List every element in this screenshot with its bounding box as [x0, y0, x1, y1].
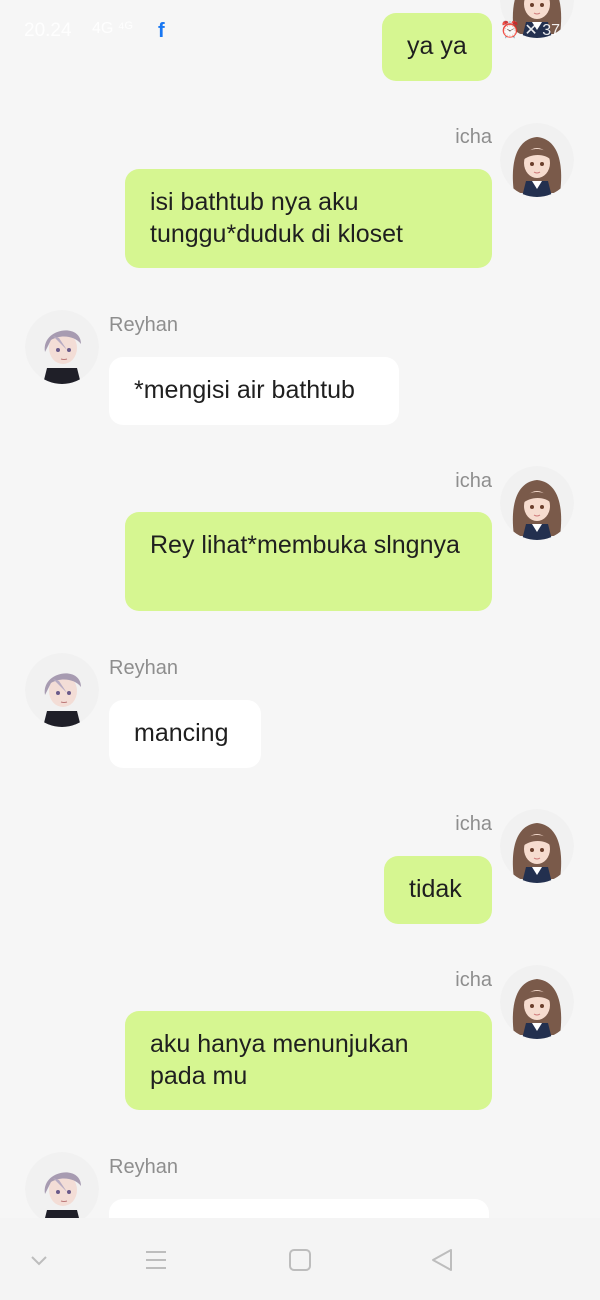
avatar-icha[interactable] [500, 809, 574, 883]
message-bubble[interactable]: Rey lihat*membuka slngnya [125, 512, 492, 611]
message-bubble[interactable]: *mengisi air bathtub [109, 357, 399, 425]
home-square-icon[interactable] [280, 1240, 320, 1280]
avatar-icha[interactable] [500, 123, 574, 197]
sender-name: Reyhan [109, 314, 178, 336]
sender-name: icha [455, 813, 492, 835]
avatar-reyhan[interactable] [25, 1152, 99, 1218]
message-bubble[interactable]: tidak [384, 856, 492, 924]
avatar-icha[interactable] [500, 0, 574, 38]
sender-name: icha [455, 470, 492, 492]
chevron-down-icon[interactable] [19, 1240, 59, 1280]
sender-name: Reyhan [109, 1156, 178, 1178]
message-bubble[interactable]: aku hanya menunjukan pada mu [125, 1011, 492, 1110]
navigation-bar [0, 1218, 600, 1300]
menu-icon[interactable] [136, 1240, 176, 1280]
sender-name: icha [455, 126, 492, 148]
back-triangle-icon[interactable] [422, 1240, 462, 1280]
message-bubble[interactable]: isi bathtub nya aku tunggu*duduk di klos… [125, 169, 492, 268]
avatar-icha[interactable] [500, 466, 574, 540]
message-bubble[interactable]: mancing [109, 700, 261, 768]
chat-list[interactable]: ya ya icha isi bathtub nya aku tunggu*du… [0, 0, 600, 1218]
sender-name: icha [455, 969, 492, 991]
message-bubble[interactable]: ya ya [382, 13, 492, 81]
avatar-reyhan[interactable] [25, 653, 99, 727]
avatar-icha[interactable] [500, 965, 574, 1039]
avatar-reyhan[interactable] [25, 310, 99, 384]
sender-name: Reyhan [109, 657, 178, 679]
message-bubble[interactable] [109, 1199, 489, 1218]
